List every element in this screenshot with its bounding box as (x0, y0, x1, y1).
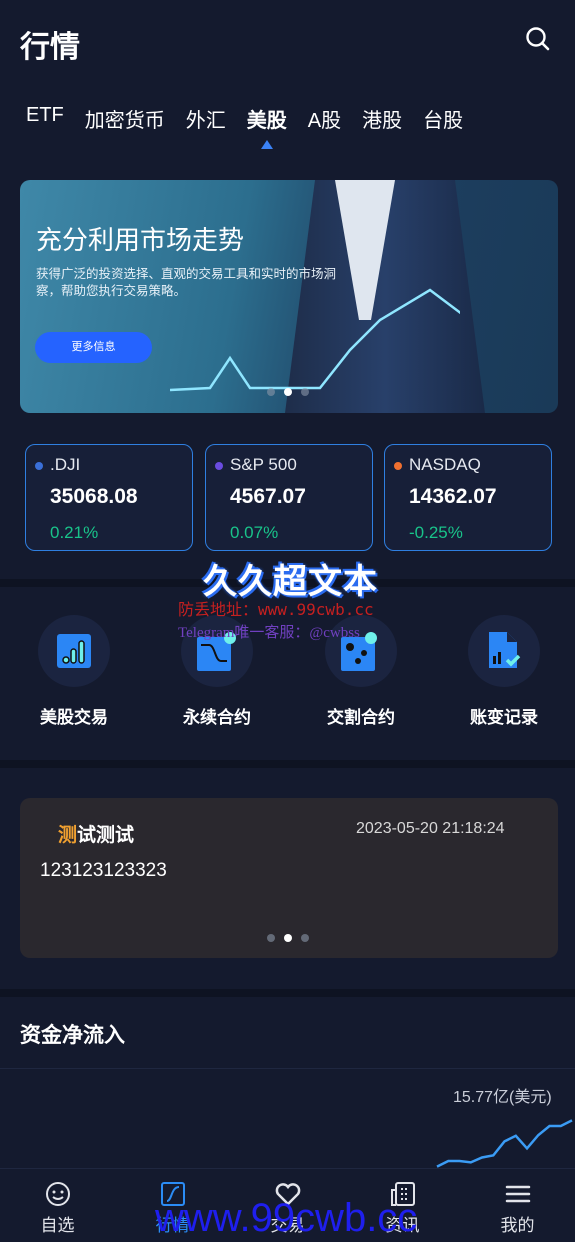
tab-a-shares[interactable]: A股 (308, 104, 341, 133)
menu-icon (505, 1185, 530, 1203)
divider (0, 989, 575, 997)
dot[interactable] (267, 388, 275, 396)
bullet-icon (394, 462, 402, 470)
index-name: NASDAQ (409, 455, 481, 474)
tab-forex[interactable]: 外汇 (186, 104, 226, 133)
promo-banner[interactable]: 充分利用市场走势 获得广泛的投资选择、直观的交易工具和实时的市场洞察，帮助您执行… (20, 180, 558, 413)
index-name: .DJI (50, 455, 81, 474)
index-change: 0.07% (230, 523, 279, 542)
document-check-icon (489, 632, 521, 668)
search-icon[interactable] (525, 26, 551, 52)
notice-pagination[interactable] (267, 934, 309, 942)
notice-title: 测试测试 (58, 820, 134, 847)
more-info-button[interactable]: 更多信息 (35, 332, 152, 363)
dot[interactable] (284, 934, 292, 942)
dot[interactable] (284, 388, 292, 396)
index-change: 0.21% (50, 523, 99, 542)
dot[interactable] (301, 388, 309, 396)
banner-pagination[interactable] (267, 388, 309, 396)
menu-label: 交割合约 (327, 708, 395, 727)
bar-chart-icon (57, 634, 91, 668)
watermark-url: www.99cwb.cc (155, 1196, 418, 1240)
tab-hk-stocks[interactable]: 港股 (362, 104, 402, 133)
notice-title-rest: 试测试 (77, 825, 135, 846)
dot[interactable] (301, 934, 309, 942)
watermark-line1: 防丢地址：www.99cwb.cc (178, 600, 374, 619)
menu-account-records[interactable]: 账变记录 (468, 615, 540, 727)
tab-tw-stocks[interactable]: 台股 (423, 104, 463, 133)
divider (0, 760, 575, 768)
menu-label: 美股交易 (40, 708, 108, 727)
tab-etf[interactable]: ETF (26, 104, 64, 133)
notice-card[interactable]: 测试测试 2023-05-20 21:18:24 123123123323 (20, 798, 558, 958)
index-price: 14362.07 (409, 485, 497, 508)
menu-label: 永续合约 (183, 708, 251, 727)
index-card-nasdaq[interactable]: NASDAQ 14362.07 -0.25% (384, 444, 552, 551)
tab-crypto[interactable]: 加密货币 (85, 104, 165, 133)
nav-watchlist[interactable]: 自选 (0, 1169, 115, 1242)
market-tabs: ETF 加密货币 外汇 美股 A股 港股 台股 (26, 104, 484, 149)
bullet-icon (215, 462, 223, 470)
dot[interactable] (267, 934, 275, 942)
net-inflow-chart (436, 1119, 573, 1168)
index-card-sp500[interactable]: S&P 500 4567.07 0.07% (205, 444, 373, 551)
net-inflow-line (436, 1119, 573, 1168)
index-price: 4567.07 (230, 485, 306, 508)
nav-label: 自选 (40, 1216, 75, 1235)
net-inflow-value: 15.77亿(美元) (453, 1089, 552, 1106)
menu-label: 账变记录 (470, 708, 538, 727)
index-name: S&P 500 (230, 455, 297, 474)
tab-us-stocks[interactable]: 美股 (247, 104, 287, 149)
nav-label: 我的 (500, 1216, 535, 1235)
divider (0, 1068, 575, 1069)
watermark-line2: Telegram唯一客服：@cwbss (178, 625, 360, 641)
banner-heading: 充分利用市场走势 (36, 225, 245, 255)
notice-title-highlight: 测 (58, 825, 78, 846)
index-change: -0.25% (409, 523, 463, 542)
banner-text: 获得广泛的投资选择、直观的交易工具和实时的市场洞察，帮助您执行交易策略。 (36, 267, 337, 298)
index-card-dji[interactable]: .DJI 35068.08 0.21% (25, 444, 193, 551)
net-inflow-title: 资金净流入 (20, 1024, 125, 1047)
menu-us-stock-trade[interactable]: 美股交易 (38, 615, 110, 727)
page-title: 行情 (20, 31, 80, 64)
index-price: 35068.08 (50, 485, 138, 508)
bullet-icon (35, 462, 43, 470)
notice-body: 123123123323 (40, 860, 167, 881)
notice-date: 2023-05-20 21:18:24 (356, 820, 505, 837)
smiley-icon (45, 1182, 70, 1206)
nav-mine[interactable]: 我的 (460, 1169, 575, 1242)
